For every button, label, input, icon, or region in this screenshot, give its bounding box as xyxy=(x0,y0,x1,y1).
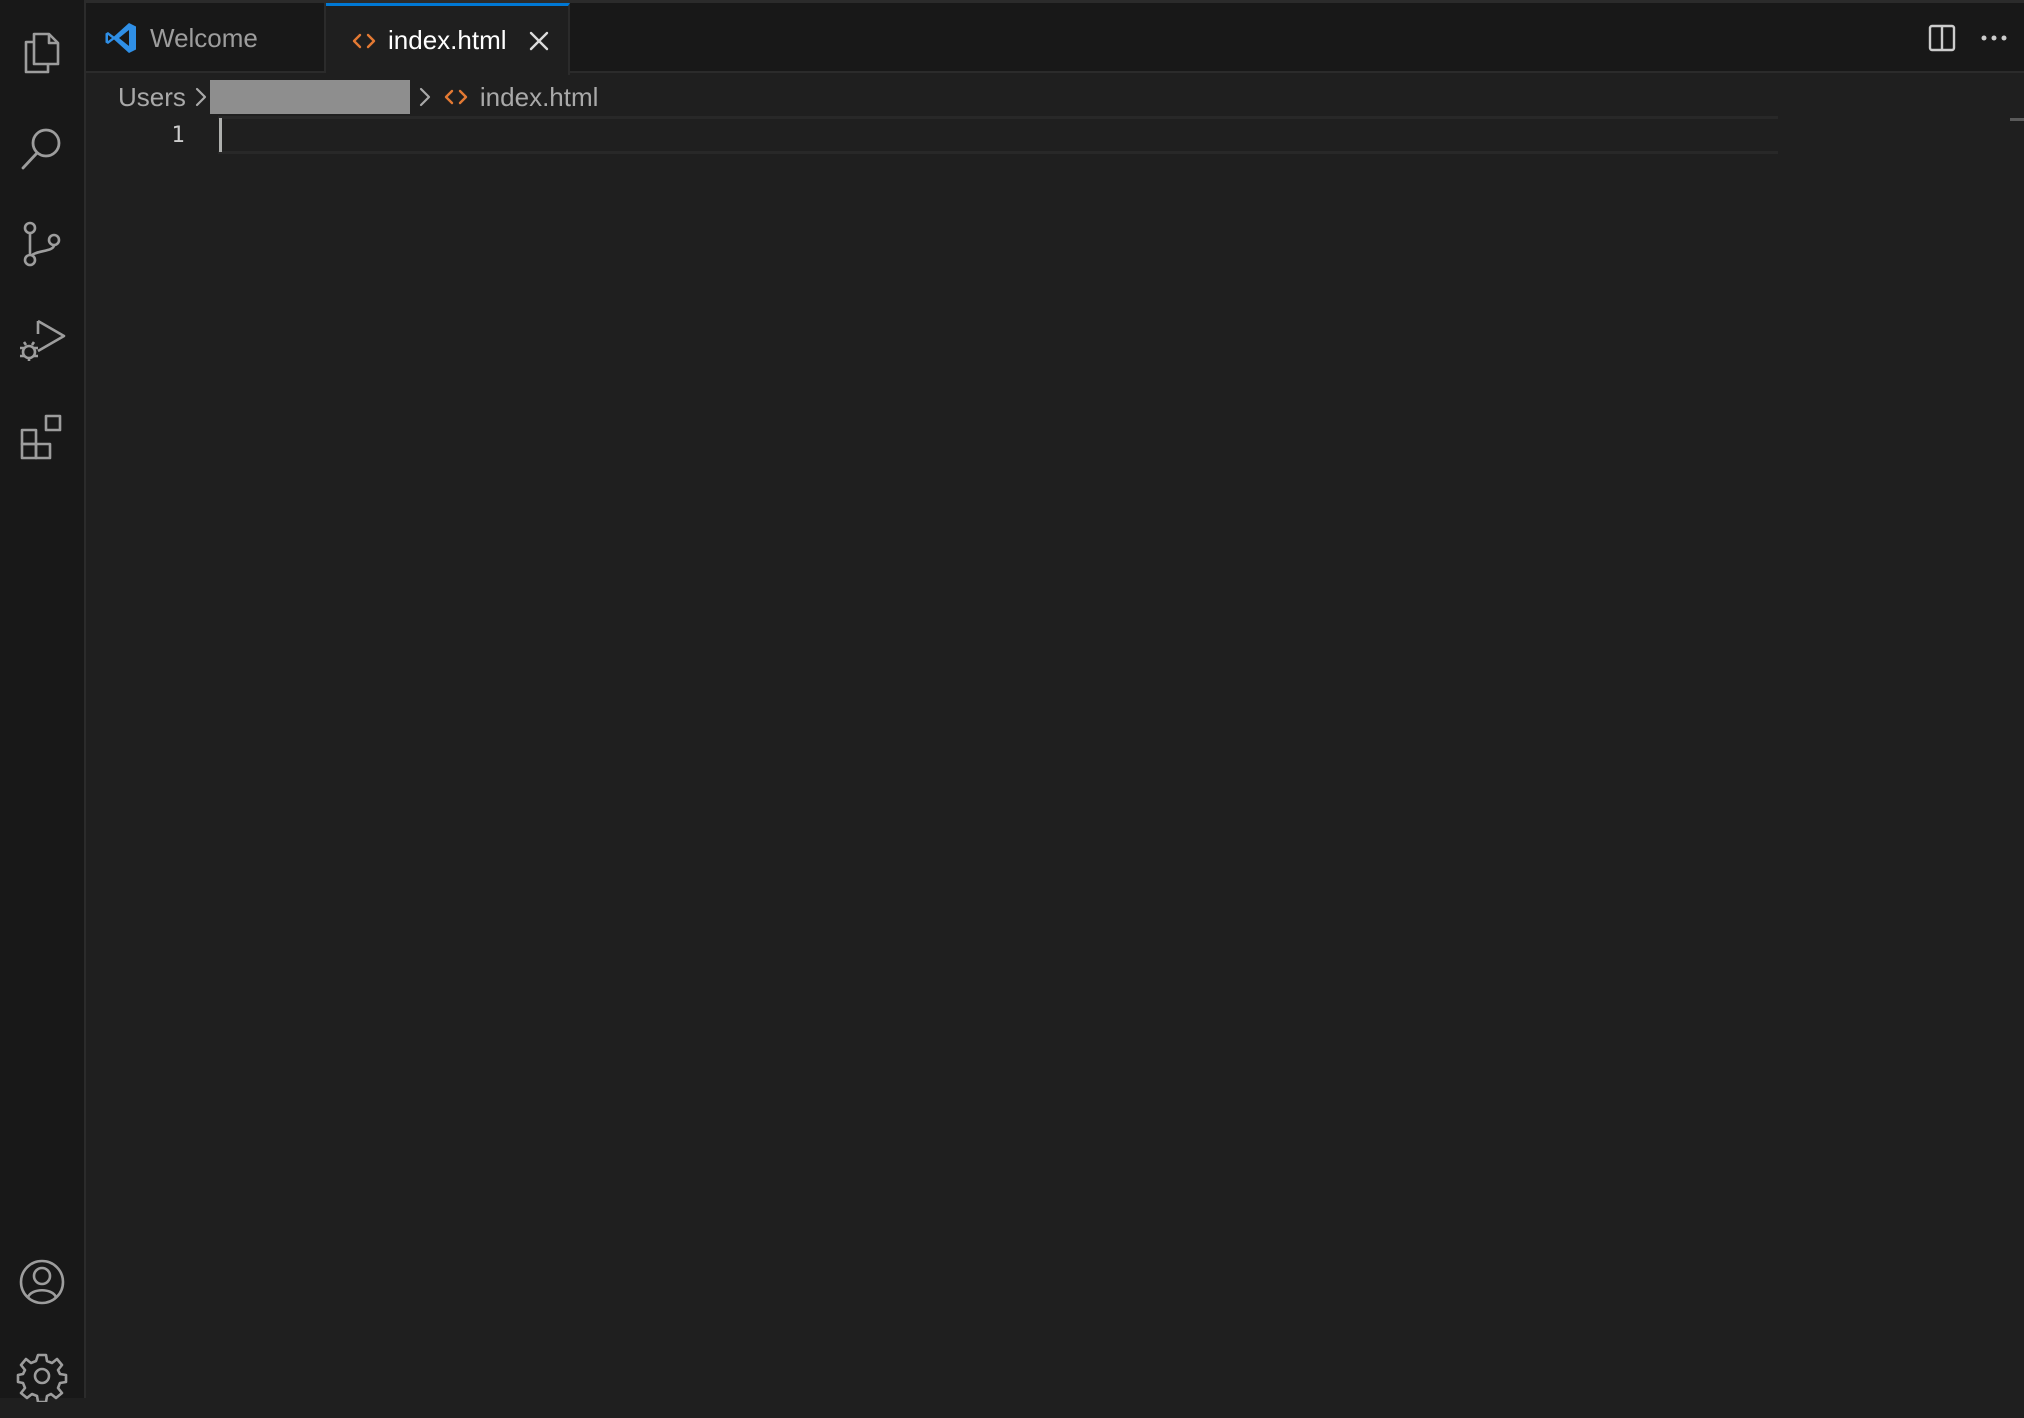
breadcrumb-file[interactable]: index.html xyxy=(434,81,599,113)
extensions-icon[interactable] xyxy=(0,394,84,478)
accounts-icon[interactable] xyxy=(0,1240,84,1324)
html-file-icon xyxy=(352,31,376,51)
tab-label: Welcome xyxy=(150,22,258,53)
activity-bar xyxy=(0,0,86,1402)
breadcrumb: Users index.html xyxy=(118,78,598,116)
chevron-right-icon xyxy=(194,86,208,108)
run-debug-icon[interactable] xyxy=(0,298,84,382)
editor-actions xyxy=(1916,3,2024,73)
chevron-right-icon xyxy=(418,86,432,108)
current-line-highlight xyxy=(218,116,1778,154)
close-icon[interactable] xyxy=(525,27,553,55)
settings-gear-icon[interactable] xyxy=(0,1334,84,1418)
tab-welcome[interactable]: Welcome xyxy=(86,3,326,73)
vscode-logo-icon xyxy=(104,21,138,55)
html-file-icon xyxy=(444,87,468,107)
code-editor[interactable]: 1 xyxy=(88,116,2000,1398)
breadcrumb-redacted-folder[interactable] xyxy=(209,80,410,114)
overview-ruler-cursor-marker xyxy=(2010,118,2024,121)
breadcrumb-users[interactable]: Users xyxy=(118,82,186,113)
text-cursor xyxy=(219,118,222,152)
breadcrumb-file-label: index.html xyxy=(479,81,599,112)
editor-tab-bar: Welcome index.html xyxy=(86,3,2024,75)
more-actions-icon[interactable] xyxy=(1968,12,2020,64)
search-icon[interactable] xyxy=(0,106,84,190)
tab-index-html[interactable]: index.html xyxy=(326,3,570,75)
explorer-icon[interactable] xyxy=(0,10,84,94)
source-control-icon[interactable] xyxy=(0,202,84,286)
tab-label: index.html xyxy=(388,25,507,55)
split-editor-icon[interactable] xyxy=(1916,12,1968,64)
line-number: 1 xyxy=(171,123,185,148)
